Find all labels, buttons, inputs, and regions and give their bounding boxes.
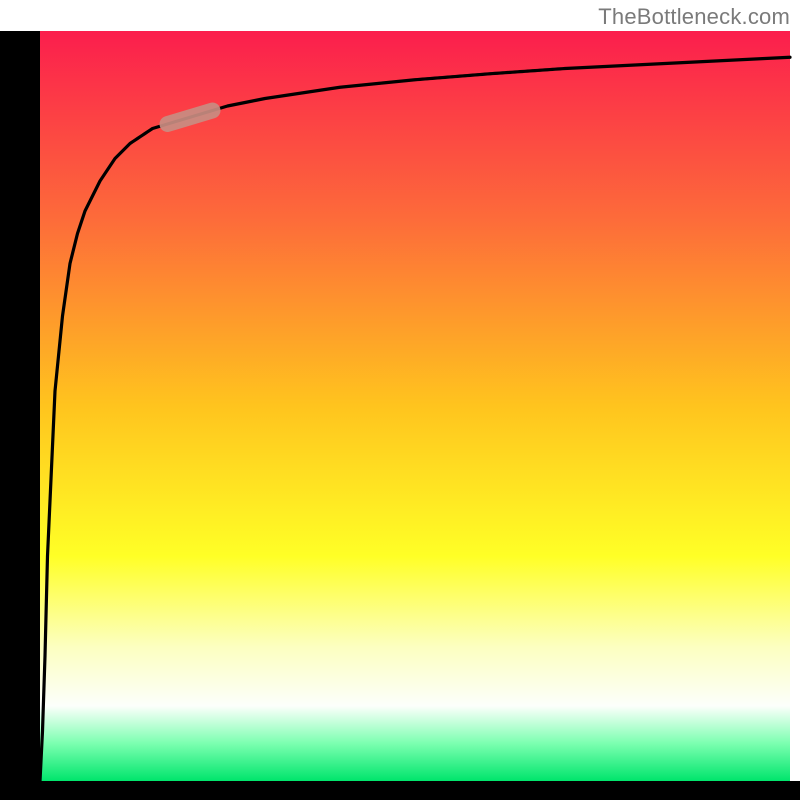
chart-container: TheBottleneck.com xyxy=(0,0,800,800)
y-axis-bar xyxy=(0,31,40,800)
chart-svg xyxy=(0,0,800,800)
plot-background xyxy=(40,31,790,781)
x-axis-bar xyxy=(0,781,800,800)
